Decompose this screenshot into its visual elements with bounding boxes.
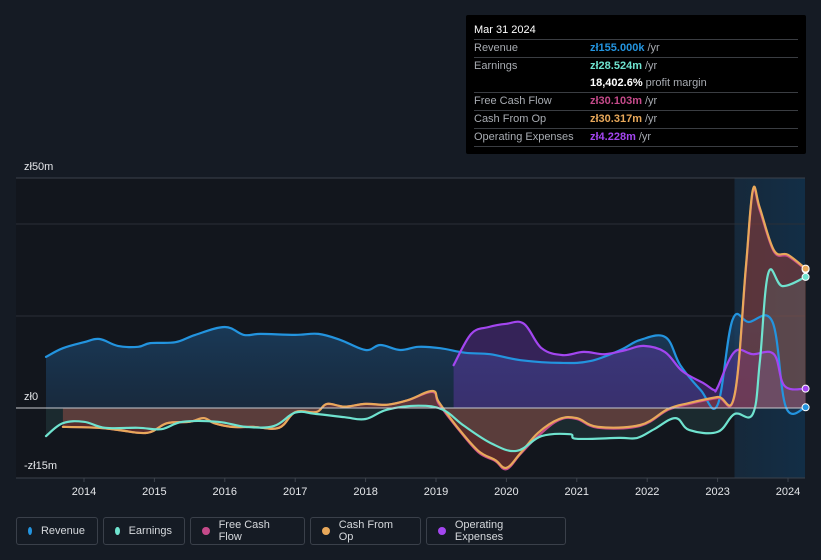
earnings-dot-icon	[115, 527, 120, 535]
tooltip-row-earnings: Earnings zł28.524m /yr	[474, 58, 798, 75]
legend-label: Cash From Op	[338, 519, 394, 543]
x-tick-label: 2024	[776, 486, 800, 498]
tooltip-value: zł30.317m	[590, 113, 642, 125]
cash-from-op-endpoint	[801, 264, 810, 273]
y-tick-label: zł50m	[24, 161, 53, 173]
x-tick-label: 2014	[72, 486, 96, 498]
y-tick-label: -zł15m	[24, 460, 57, 472]
revenue-endpoint	[801, 403, 810, 412]
tooltip-unit: /yr	[644, 113, 658, 125]
operating-expenses-dot-icon	[438, 527, 446, 535]
legend-label: Operating Expenses	[454, 519, 504, 543]
x-tick-label: 2015	[142, 486, 166, 498]
x-axis: 2014 2015 2016 2017 2018 2019 2020 2021 2022 2023…	[16, 477, 805, 498]
x-tick-label: 2016	[213, 486, 237, 498]
earnings-endpoint	[801, 272, 810, 281]
legend-item-free-cash-flow[interactable]: Free Cash Flow	[190, 517, 305, 545]
tooltip-value: zł28.524m	[590, 60, 642, 72]
x-tick-label: 2019	[424, 486, 448, 498]
tooltip-label: Free Cash Flow	[474, 95, 552, 107]
tooltip-unit: /yr	[644, 95, 658, 107]
x-tick-label: 2021	[565, 486, 589, 498]
free-cash-flow-dot-icon	[202, 527, 210, 535]
operating-expenses-endpoint	[801, 384, 810, 393]
x-tick-label: 2018	[353, 486, 377, 498]
tooltip-value: zł4.228m	[590, 131, 636, 143]
legend-item-operating-expenses[interactable]: Operating Expenses	[426, 517, 566, 545]
tooltip-label: Cash From Op	[474, 113, 547, 125]
legend-item-revenue[interactable]: Revenue	[16, 517, 98, 545]
legend-label: Earnings	[128, 525, 172, 537]
legend-item-cash-from-op[interactable]: Cash From Op	[310, 517, 421, 545]
legend: Revenue Earnings Free Cash Flow Cash Fro…	[16, 517, 566, 545]
tooltip-value: zł155.000k	[590, 42, 645, 54]
legend-label: Revenue	[40, 525, 85, 537]
tooltip-label: Revenue	[474, 42, 519, 54]
tooltip-unit: /yr	[647, 42, 660, 54]
tooltip: Mar 31 2024 Revenue zł155.000k /yr Earni…	[466, 15, 806, 154]
x-tick-label: 2023	[705, 486, 729, 498]
revenue-dot-icon	[28, 527, 32, 535]
tooltip-row-cash-from-op: Cash From Op zł30.317m /yr	[474, 111, 798, 129]
y-tick-label: zł0	[24, 391, 38, 403]
cash-from-op-dot-icon	[322, 527, 330, 535]
tooltip-value: zł30.103m	[590, 95, 642, 107]
tooltip-row-operating-expenses: Operating Expenses zł4.228m /yr	[474, 129, 798, 147]
x-tick-label: 2017	[283, 486, 307, 498]
tooltip-row-free-cash-flow: Free Cash Flow zł30.103m /yr	[474, 93, 798, 111]
x-tick-label: 2020	[494, 486, 518, 498]
tooltip-label: Operating Expenses	[474, 131, 574, 143]
tooltip-value: 18,402.6%	[590, 77, 643, 89]
tooltip-unit: /yr	[638, 131, 652, 143]
tooltip-unit: profit margin	[645, 77, 707, 89]
tooltip-row-revenue: Revenue zł155.000k /yr	[474, 40, 798, 58]
tooltip-label	[474, 75, 590, 92]
legend-item-earnings[interactable]: Earnings	[103, 517, 185, 545]
tooltip-label: Earnings	[474, 60, 518, 72]
x-tick-label: 2022	[635, 486, 659, 498]
legend-label: Free Cash Flow	[218, 519, 270, 543]
tooltip-row-profit-margin: 18,402.6% profit margin	[474, 75, 798, 93]
tooltip-unit: /yr	[644, 60, 658, 72]
tooltip-date: Mar 31 2024	[474, 21, 798, 40]
